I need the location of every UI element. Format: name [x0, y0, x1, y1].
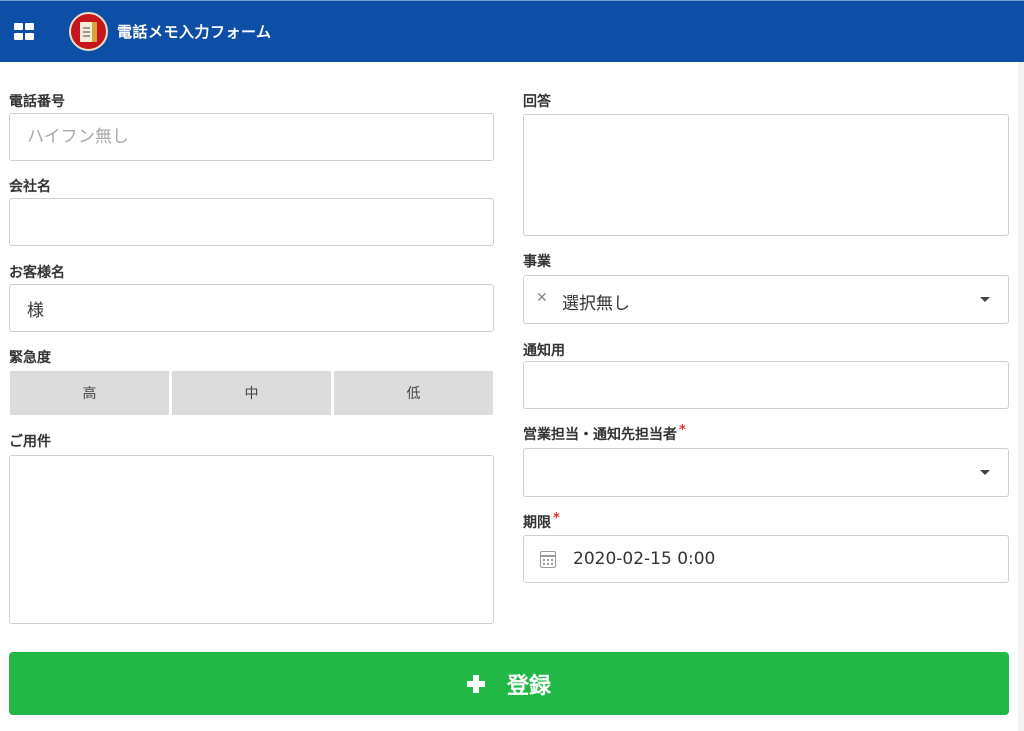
phone-label: 電話番号: [9, 94, 65, 110]
chevron-down-icon[interactable]: [980, 297, 990, 302]
urgency-label: 緊急度: [9, 350, 51, 366]
customer-label: お客様名: [9, 265, 65, 281]
business-select[interactable]: ✕ 選択無し: [523, 275, 1009, 324]
calendar-icon[interactable]: [540, 551, 556, 568]
deadline-field[interactable]: 2020-02-15 0:00: [523, 535, 1009, 583]
company-input[interactable]: [10, 199, 493, 245]
notify-input[interactable]: [524, 362, 1008, 408]
business-selected-value: 選択無し: [562, 294, 630, 314]
deadline-value[interactable]: 2020-02-15 0:00: [573, 549, 715, 569]
business-label: 事業: [523, 254, 551, 270]
book-logo-icon: [69, 12, 108, 51]
deadline-label: 期限 *: [523, 511, 560, 532]
required-mark: *: [679, 423, 686, 438]
company-label: 会社名: [9, 179, 51, 195]
company-field[interactable]: [9, 198, 494, 246]
customer-input[interactable]: [10, 285, 493, 331]
matter-field[interactable]: [9, 455, 494, 624]
customer-field[interactable]: [9, 284, 494, 332]
scrollbar-track[interactable]: [1018, 62, 1024, 731]
app-title: 電話メモ入力フォーム: [117, 23, 272, 41]
clear-x-icon[interactable]: ✕: [536, 290, 548, 306]
answer-textarea[interactable]: [524, 115, 1008, 235]
submit-button[interactable]: 登録: [9, 652, 1009, 715]
answer-label: 回答: [523, 94, 551, 110]
chevron-down-icon[interactable]: [980, 470, 990, 475]
app-header: 電話メモ入力フォーム: [0, 0, 1024, 62]
required-mark: *: [553, 511, 560, 526]
urgency-high-button[interactable]: 高: [10, 371, 169, 415]
plus-icon: [466, 674, 485, 693]
grid-menu-icon[interactable]: [14, 23, 35, 41]
matter-label: ご用件: [9, 434, 51, 450]
urgency-medium-button[interactable]: 中: [172, 371, 331, 415]
staff-label: 営業担当・通知先担当者 *: [523, 423, 686, 444]
staff-select[interactable]: [523, 448, 1009, 497]
answer-field[interactable]: [523, 114, 1009, 236]
notify-label: 通知用: [523, 343, 565, 359]
phone-input[interactable]: [10, 114, 493, 160]
deadline-label-text: 期限: [523, 515, 551, 531]
staff-label-text: 営業担当・通知先担当者: [523, 427, 677, 443]
submit-label: 登録: [506, 673, 551, 699]
notify-field[interactable]: [523, 361, 1009, 409]
urgency-low-button[interactable]: 低: [334, 371, 493, 415]
phone-field[interactable]: [9, 113, 494, 161]
matter-textarea[interactable]: [10, 456, 493, 623]
